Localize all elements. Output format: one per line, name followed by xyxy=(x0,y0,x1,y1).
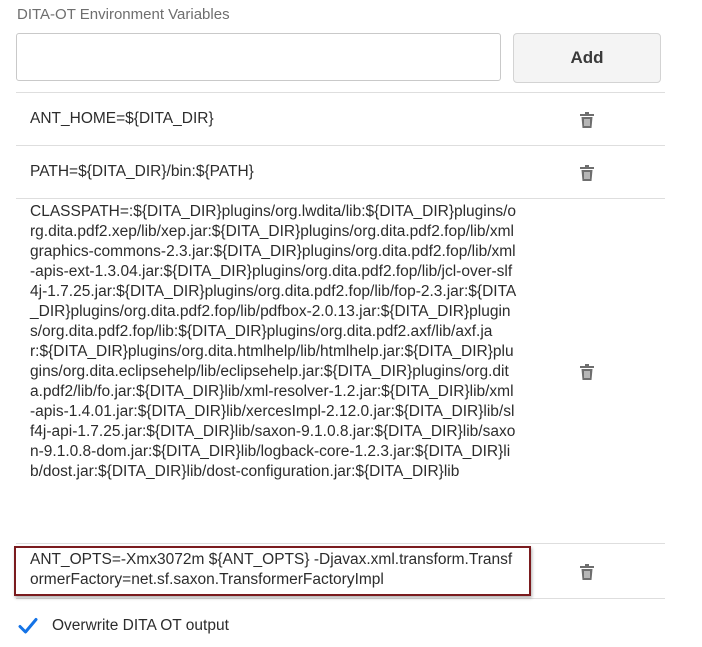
overwrite-checkbox[interactable] xyxy=(17,615,39,637)
variable-list: ANT_HOME=${DITA_DIR} PATH=${DITA_DIR}/bi… xyxy=(14,92,665,599)
trash-icon xyxy=(580,165,594,181)
variable-row: ANT_HOME=${DITA_DIR} xyxy=(16,92,665,145)
variable-row: PATH=${DITA_DIR}/bin:${PATH} xyxy=(16,145,665,198)
variable-row: ANT_OPTS=-Xmx3072m ${ANT_OPTS} -Djavax.x… xyxy=(14,543,665,599)
delete-button[interactable] xyxy=(575,360,599,384)
variable-text: CLASSPATH=:${DITA_DIR}plugins/org.lwdita… xyxy=(30,203,517,480)
trash-icon xyxy=(580,564,594,580)
overwrite-option[interactable]: Overwrite DITA OT output xyxy=(17,615,229,637)
variable-text: PATH=${DITA_DIR}/bin:${PATH} xyxy=(30,163,254,180)
variable-text: ANT_OPTS=-Xmx3072m ${ANT_OPTS} -Djavax.x… xyxy=(30,551,513,588)
add-button[interactable]: Add xyxy=(513,33,661,83)
delete-button[interactable] xyxy=(575,161,599,185)
section-title: DITA-OT Environment Variables xyxy=(17,6,230,23)
variable-text: ANT_HOME=${DITA_DIR} xyxy=(30,110,214,127)
variable-row: CLASSPATH=:${DITA_DIR}plugins/org.lwdita… xyxy=(16,198,665,543)
env-variable-input[interactable] xyxy=(16,33,501,81)
overwrite-label: Overwrite DITA OT output xyxy=(52,617,229,634)
delete-button[interactable] xyxy=(575,108,599,132)
trash-icon xyxy=(580,364,594,380)
checkmark-icon xyxy=(18,618,38,634)
trash-icon xyxy=(580,112,594,128)
delete-button[interactable] xyxy=(575,560,599,584)
